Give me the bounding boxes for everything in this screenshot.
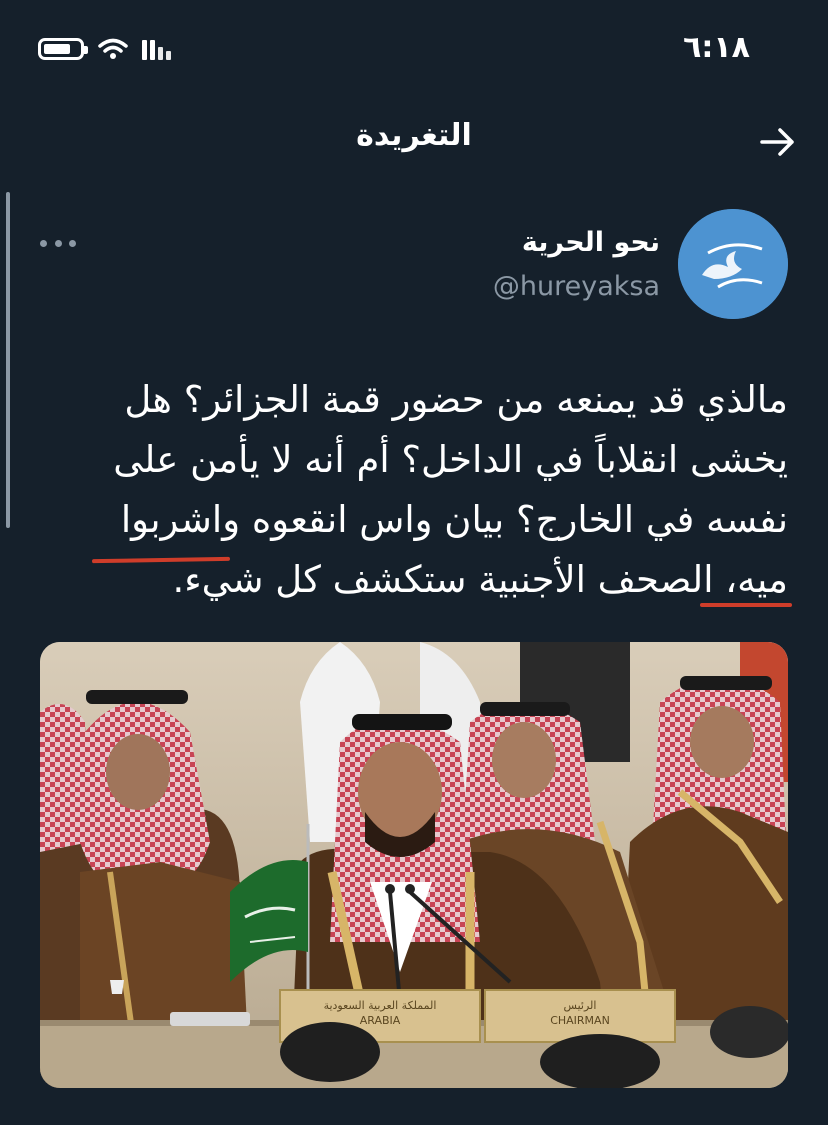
tweet-text-line: مالذي قد يمنعه من حضور قمة الجزائر؟ هل <box>124 378 788 421</box>
tweet-text-line: يخشى انقلاباً في الداخل؟ أم أنه لا يأمن … <box>113 438 788 481</box>
avatar-logo <box>678 209 788 319</box>
author-handle[interactable]: @hureyaksa <box>493 271 660 302</box>
author-name[interactable]: نحو الحرية <box>522 227 660 258</box>
nameplate-left: المملكة العربية السعودية ARABIA <box>282 998 478 1028</box>
more-dot <box>54 239 62 247</box>
signal-icon <box>142 38 171 60</box>
tweet-text-line: نفسه في الخارج؟ بيان واس انقعوه واشربوا <box>120 498 788 541</box>
status-bar: ٦:١٨ <box>0 0 828 100</box>
nameplate-left-english: ARABIA <box>359 1014 401 1027</box>
tweet-text: مالذي قد يمنعه من حضور قمة الجزائر؟ هل ي… <box>40 370 788 610</box>
more-dot <box>69 239 76 247</box>
avatar[interactable] <box>678 209 788 319</box>
nameplate-right-english: CHAIRMAN <box>550 1014 610 1027</box>
status-time: ٦:١٨ <box>683 30 750 65</box>
wifi-icon <box>98 38 128 59</box>
back-button[interactable] <box>758 122 798 162</box>
annotation-underline <box>700 603 792 607</box>
page-title: التغريدة <box>356 118 472 153</box>
more-options-button[interactable] <box>40 235 76 251</box>
header: التغريدة <box>0 100 828 180</box>
tweet-author-row: نحو الحرية @hureyaksa <box>0 205 828 325</box>
nameplate-right: الرئيس CHAIRMAN <box>487 998 673 1028</box>
battery-icon <box>38 38 88 60</box>
status-icons <box>38 38 171 60</box>
back-arrow-icon <box>760 128 794 156</box>
more-options-icon <box>40 239 47 247</box>
nameplate-right-arabic: الرئيس <box>563 999 597 1012</box>
tweet-image[interactable]: المملكة العربية السعودية ARABIA الرئيس C… <box>40 642 788 1088</box>
nameplate-left-arabic: المملكة العربية السعودية <box>323 999 437 1012</box>
